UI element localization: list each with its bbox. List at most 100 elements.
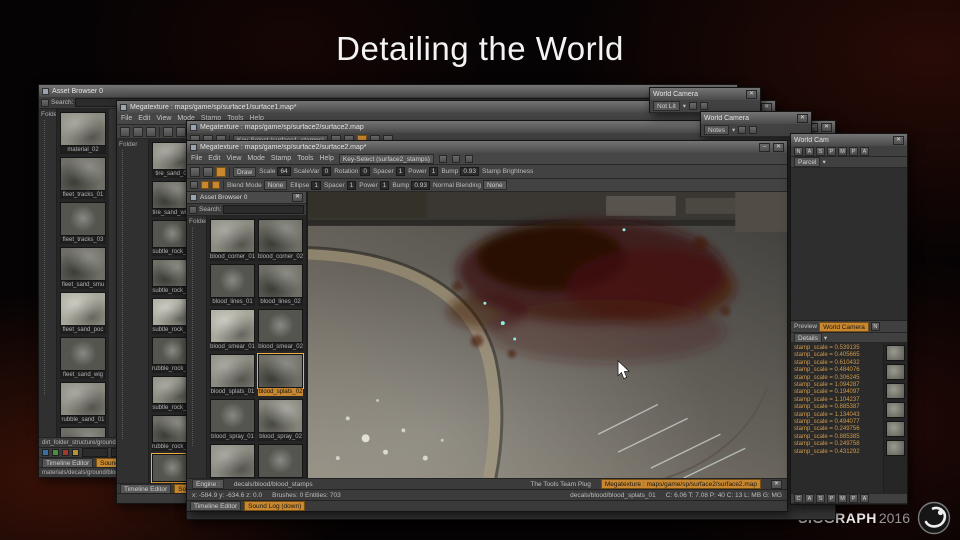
menu-extra-button[interactable] <box>465 155 473 163</box>
power2-input[interactable]: 1 <box>380 181 390 190</box>
key-select-chip[interactable]: Key-Select (surface2_stamps) <box>339 154 434 164</box>
camera-option-button[interactable] <box>689 102 697 110</box>
toolbar-button[interactable] <box>163 127 173 137</box>
menu-item[interactable]: File <box>121 115 132 122</box>
asset-thumbnail[interactable]: blood_spray_02 <box>258 399 303 441</box>
menu-item[interactable]: Tools <box>297 155 313 162</box>
asset-thumbnail[interactable]: blood_corner_02 <box>258 219 303 261</box>
asset-thumbnail[interactable]: fleet_tracks_03 <box>60 202 106 244</box>
folder-tree[interactable]: Folder <box>117 139 149 483</box>
bump-input[interactable]: 0.93 <box>460 167 479 176</box>
search-input[interactable] <box>223 205 304 214</box>
close-icon[interactable]: ✕ <box>746 90 757 99</box>
lighting-mode-dropdown[interactable]: Not Lit <box>653 101 680 111</box>
stamp-scale-entry[interactable]: stamp_scale = 0.194097 <box>794 389 880 396</box>
asset-thumbnail[interactable]: blood_corner_01 <box>210 219 255 261</box>
stamp-scale-entry[interactable]: stamp_scale = 0.249758 <box>794 441 880 448</box>
stamp-preview-thumb[interactable] <box>886 440 905 456</box>
menu-item[interactable]: View <box>156 115 171 122</box>
asset-thumbnail[interactable]: blood_lines_01 <box>210 264 255 306</box>
stamp-scale-entry[interactable]: stamp_scale = 0.539135 <box>794 345 880 352</box>
asset-thumbnail[interactable]: blood_splats_04 <box>258 444 303 478</box>
stamp-preview-thumb[interactable] <box>886 383 905 399</box>
asset-thumbnail[interactable]: blood_splats_03 <box>210 444 255 478</box>
blend-mode-dropdown[interactable]: None <box>264 180 288 190</box>
camera-bottom-button[interactable]: M <box>838 494 847 503</box>
folder-tree[interactable]: Folder <box>187 216 207 478</box>
stamp-scale-entry[interactable]: stamp_scale = 1.094287 <box>794 382 880 389</box>
blend-option-button-active[interactable] <box>212 181 220 189</box>
window-title-bar[interactable]: World Cam ✕ <box>791 134 907 146</box>
stamp-scale-entry[interactable]: stamp_scale = 0.885387 <box>794 404 880 411</box>
select-tool-icon[interactable] <box>190 167 200 177</box>
folder-tree[interactable]: Folder <box>39 109 57 437</box>
preview-tab[interactable]: Preview <box>794 323 817 330</box>
layer-swatch-blue[interactable] <box>42 449 49 456</box>
ellipse-input[interactable]: 1 <box>311 181 321 190</box>
layer-swatch-red[interactable] <box>62 449 69 456</box>
blend-option-button-active[interactable] <box>201 181 209 189</box>
stamp-preview-thumb[interactable] <box>886 364 905 380</box>
asset-thumbnail[interactable]: fleet_sand_wig <box>60 337 106 379</box>
asset-browser-tab[interactable]: Asset Browser 0 ✕ <box>187 192 306 204</box>
close-icon[interactable]: ✕ <box>771 480 782 489</box>
stamp-scale-entry[interactable]: stamp_scale = 0.484076 <box>794 367 880 374</box>
camera-bottom-button[interactable]: A <box>805 494 814 503</box>
megatexture-doc-chip[interactable]: Megatexture : maps/game/sp/surface2/surf… <box>601 479 761 489</box>
power-input[interactable]: 1 <box>429 167 439 176</box>
details-dropdown[interactable]: Details <box>794 333 822 343</box>
rotation-input[interactable]: 0 <box>360 167 370 176</box>
toolbar-button[interactable] <box>133 127 143 137</box>
asset-thumbnail[interactable]: fleet_sand_smu <box>60 247 106 289</box>
normal-blending-dropdown[interactable]: None <box>483 180 507 190</box>
toolbar-button[interactable] <box>146 127 156 137</box>
menu-item[interactable]: File <box>191 155 202 162</box>
menu-extra-button[interactable] <box>439 155 447 163</box>
asset-thumbnail[interactable]: fleet_sand_poc <box>60 292 106 334</box>
minimize-icon[interactable]: – <box>759 143 770 152</box>
engine-chip[interactable]: Engine : <box>192 479 224 489</box>
close-icon[interactable]: ✕ <box>292 193 303 202</box>
layer-swatch-yellow[interactable] <box>72 449 79 456</box>
window-title-bar[interactable]: World Camera ✕ <box>650 88 760 100</box>
asset-thumbnail[interactable]: blood_smear_02 <box>258 309 303 351</box>
asset-thumbnail[interactable]: blood_splats_01 <box>210 354 255 396</box>
camera-bottom-button[interactable]: P <box>827 494 836 503</box>
camera-tool-button[interactable]: P <box>827 147 836 156</box>
parcel-dropdown[interactable]: Parcel <box>794 157 820 167</box>
window-title-bar[interactable]: Asset Browser 0 ✕ <box>39 85 737 97</box>
n-button[interactable]: N <box>871 322 880 331</box>
window-title-bar[interactable]: Megatexture : maps/game/sp/surface2/surf… <box>187 141 787 153</box>
camera-bottom-button[interactable]: S <box>816 494 825 503</box>
camera-tool-button[interactable]: S <box>816 147 825 156</box>
scalevar-input[interactable]: 0 <box>322 167 332 176</box>
stamp-scale-entry[interactable]: stamp_scale = 0.405665 <box>794 352 880 359</box>
menu-item[interactable]: Edit <box>138 115 150 122</box>
viewport[interactable] <box>307 192 787 478</box>
layer-swatch-green[interactable] <box>52 449 59 456</box>
world-camera-chip[interactable]: World Camera <box>819 322 869 332</box>
stamp-preview-thumb[interactable] <box>886 345 905 361</box>
spacer2-input[interactable]: 1 <box>347 181 357 190</box>
asset-thumbnail[interactable]: rubble_sand_01 <box>60 382 106 424</box>
asset-thumbnail[interactable]: blood_spray_01 <box>210 399 255 441</box>
stamp-tool-icon[interactable] <box>216 167 226 177</box>
asset-thumbnail[interactable]: material_02 <box>60 112 106 154</box>
timeline-editor-button[interactable]: Timeline Editor <box>42 458 93 468</box>
stamp-scale-entry[interactable]: stamp_scale = 1.134043 <box>794 412 880 419</box>
asset-thumbnail[interactable]: fleet_tracks_01 <box>60 157 106 199</box>
menu-item[interactable]: Stamp <box>271 155 291 162</box>
layer-value-field[interactable] <box>82 448 108 457</box>
stamp-scale-entry[interactable]: stamp_scale = 1.104237 <box>794 397 880 404</box>
stamp-preview-thumb[interactable] <box>886 402 905 418</box>
camera-tool-button[interactable]: M <box>838 147 847 156</box>
asset-thumbnail[interactable]: blood_splats_02 <box>258 354 303 396</box>
timeline-editor-button[interactable]: Timeline Editor <box>120 484 171 494</box>
window-title-bar[interactable]: World Camera ✕ <box>701 112 811 124</box>
stamp-preview-thumb[interactable] <box>886 421 905 437</box>
camera-option-button[interactable] <box>749 126 757 134</box>
filter-icon[interactable] <box>41 99 49 107</box>
menu-item[interactable]: Mode <box>247 155 265 162</box>
camera-bottom-button[interactable]: P <box>849 494 858 503</box>
asset-thumbnail[interactable]: blood_smear_01 <box>210 309 255 351</box>
